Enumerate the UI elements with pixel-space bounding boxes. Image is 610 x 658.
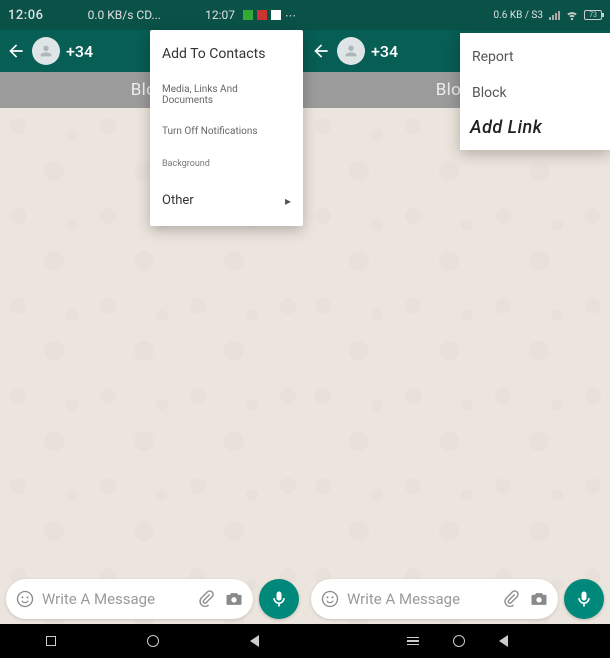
mic-button[interactable] (259, 579, 299, 619)
menu-other-label: Other (162, 193, 194, 208)
status-bar: 12:06 0.0 KB/s CD... 12:07 ⋯ (0, 0, 305, 30)
status-bar: 0.6 KB / S3 73 (305, 0, 610, 30)
menu-turn-off-notifications[interactable]: Turn Off Notifications (150, 118, 303, 145)
status-right-group: 12:07 ⋯ (205, 8, 297, 22)
nav-back-button[interactable] (250, 635, 259, 647)
nav-home-button[interactable] (453, 635, 465, 647)
signal-icon (549, 10, 560, 20)
chevron-right-icon: ▸ (285, 194, 291, 208)
screen-left: 12:06 0.0 KB/s CD... 12:07 ⋯ +34 Block A… (0, 0, 305, 658)
wifi-icon (566, 9, 578, 21)
message-input-box[interactable]: Write A Message (311, 579, 558, 619)
chat-options-menu: Report Block Add Link (460, 33, 610, 150)
menu-report[interactable]: Report (460, 39, 610, 75)
message-input[interactable]: Write A Message (42, 590, 189, 608)
status-notif-icon (243, 10, 253, 20)
nav-menu-button[interactable] (407, 637, 419, 646)
attach-icon[interactable] (195, 588, 217, 610)
back-button[interactable] (6, 41, 26, 61)
message-input[interactable]: Write A Message (347, 590, 494, 608)
nav-recents-button[interactable] (46, 636, 56, 646)
avatar[interactable] (32, 37, 60, 65)
menu-add-link[interactable]: Add Link (460, 111, 610, 148)
mic-button[interactable] (564, 579, 604, 619)
camera-icon[interactable] (223, 588, 245, 610)
chat-options-menu: Add To Contacts Media, Links And Documen… (150, 30, 303, 226)
contact-number[interactable]: +34 (371, 42, 398, 61)
nav-back-button[interactable] (499, 635, 508, 647)
android-nav-bar (305, 624, 610, 658)
status-network: 0.0 KB/s CD... (88, 8, 161, 22)
status-time-secondary: 12:07 (205, 8, 235, 22)
android-nav-bar (0, 624, 305, 658)
nav-home-button[interactable] (147, 635, 159, 647)
menu-media-links-docs[interactable]: Media, Links And Documents (150, 76, 303, 114)
screen-right: 0.6 KB / S3 73 +34 Block Report Block Ad… (305, 0, 610, 658)
attach-icon[interactable] (500, 588, 522, 610)
message-input-area: Write A Message (0, 574, 305, 624)
menu-add-to-contacts[interactable]: Add To Contacts (150, 38, 303, 76)
menu-background[interactable]: Background (150, 149, 303, 179)
battery-icon: 73 (584, 10, 602, 20)
camera-icon[interactable] (528, 588, 550, 610)
message-input-area: Write A Message (305, 574, 610, 624)
status-network: 0.6 KB / S3 (493, 10, 543, 21)
menu-other[interactable]: Other ▸ (150, 183, 303, 218)
status-time: 12:06 (8, 8, 43, 23)
message-input-box[interactable]: Write A Message (6, 579, 253, 619)
status-more-icon: ⋯ (285, 9, 297, 22)
status-notif-icon (257, 10, 267, 20)
contact-number[interactable]: +34 (66, 42, 93, 61)
emoji-icon[interactable] (319, 588, 341, 610)
menu-block[interactable]: Block (460, 75, 610, 111)
status-notif-icon (271, 10, 281, 20)
emoji-icon[interactable] (14, 588, 36, 610)
avatar[interactable] (337, 37, 365, 65)
back-button[interactable] (311, 41, 331, 61)
